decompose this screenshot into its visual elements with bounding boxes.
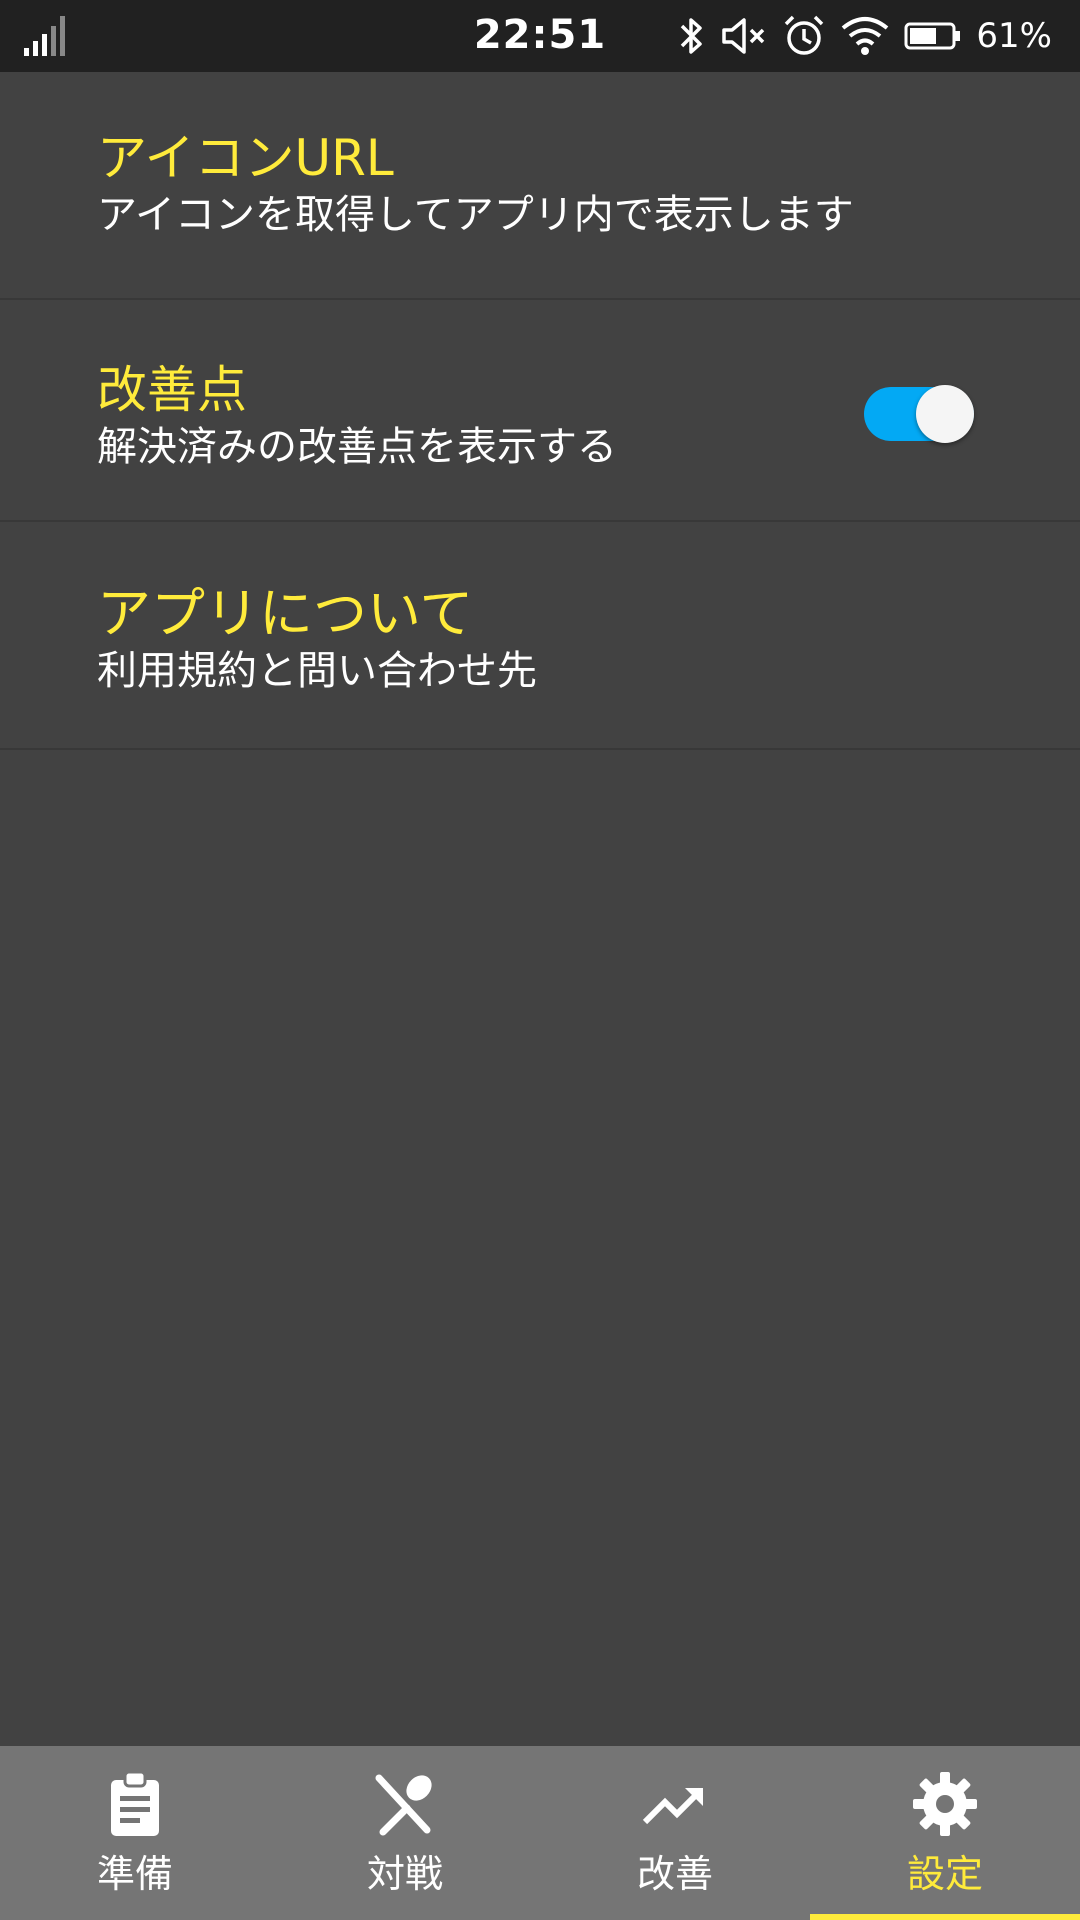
show-resolved-toggle[interactable] <box>864 378 974 450</box>
nav-label: 準備 <box>96 1852 173 1896</box>
battery-percent: 61% <box>976 16 1052 56</box>
nav-item-improve[interactable]: 改善 <box>540 1746 810 1920</box>
trending-up-icon <box>642 1787 704 1825</box>
nav-label: 改善 <box>636 1852 713 1896</box>
settings-item-subtitle: アイコンを取得してアプリ内で表示します <box>97 192 854 238</box>
battery-icon <box>904 22 961 50</box>
mute-icon <box>722 18 765 54</box>
utensils-crossed-icon <box>375 1774 432 1836</box>
settings-item-about[interactable]: アプリについて 利用規約と問い合わせ先 <box>0 522 1080 750</box>
settings-item-title: アイコンURL <box>97 129 394 187</box>
status-bar: 22:51 61% <box>0 0 1080 72</box>
nav-item-prepare[interactable]: 準備 <box>0 1746 270 1920</box>
gear-icon <box>913 1772 977 1836</box>
alarm-icon <box>785 15 824 55</box>
nav-label: 設定 <box>906 1852 983 1896</box>
toggle-thumb <box>916 385 974 443</box>
wifi-icon <box>842 17 889 55</box>
settings-item-improvements[interactable]: 改善点 解決済みの改善点を表示する <box>0 300 1080 522</box>
settings-list: アイコンURL アイコンを取得してアプリ内で表示します 改善点 解決済みの改善点… <box>0 72 1080 750</box>
active-tab-indicator <box>810 1914 1080 1920</box>
clipboard-icon <box>111 1770 159 1836</box>
settings-screen: 22:51 61% アイコンURL アイコンを取得してアプリ内で表示します 改善… <box>0 0 1080 1920</box>
nav-item-battle[interactable]: 対戦 <box>270 1746 540 1920</box>
nav-item-settings[interactable]: 設定 <box>810 1746 1080 1920</box>
settings-item-title: アプリについて <box>97 582 474 645</box>
bluetooth-icon <box>681 18 703 54</box>
settings-item-subtitle: 利用規約と問い合わせ先 <box>97 648 537 694</box>
settings-item-icon-url[interactable]: アイコンURL アイコンを取得してアプリ内で表示します <box>0 72 1080 300</box>
bottom-navigation: 準備 対戦 改善 設定 <box>0 1746 1080 1920</box>
status-icons: 61% <box>676 14 1052 58</box>
nav-label: 対戦 <box>366 1852 443 1896</box>
